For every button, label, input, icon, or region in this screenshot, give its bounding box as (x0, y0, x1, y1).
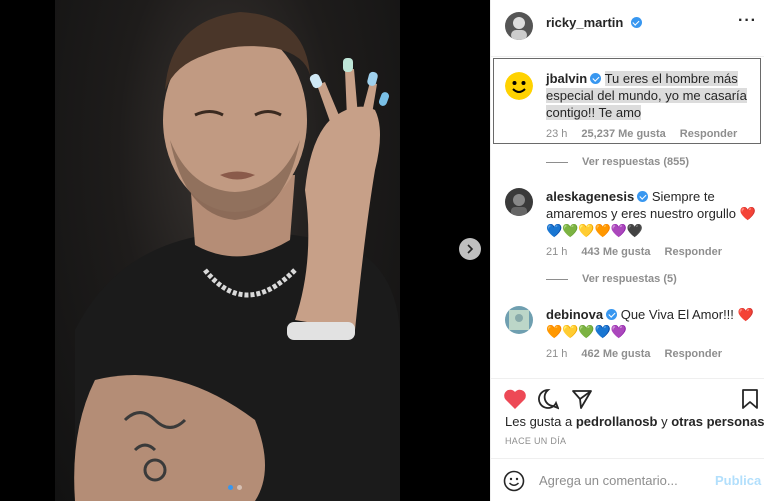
comment-icon[interactable] (537, 388, 559, 410)
commenter-avatar[interactable] (505, 72, 533, 100)
post-media (0, 0, 490, 501)
verified-icon (590, 73, 602, 84)
comment-meta: 21 h 443 Me gusta Responder (546, 246, 722, 258)
verified-icon (606, 309, 618, 320)
likes-middle: y (661, 414, 668, 429)
comment-meta: 23 h 25,237 Me gusta Responder (546, 128, 737, 140)
comment-time: 23 h (546, 128, 568, 140)
carousel-dot-active (228, 485, 233, 490)
likes-others-link[interactable]: otras personas (671, 414, 764, 429)
reply-button[interactable]: Responder (680, 128, 737, 140)
comment-body: aleskagenesis Siempre te amaremos y eres… (546, 188, 756, 239)
replies-divider (546, 278, 568, 280)
reply-button[interactable]: Responder (665, 246, 722, 258)
comment-body: debinova Que Viva El Amor!!! ❤️🧡💛💚💙💜 (546, 306, 756, 340)
commenter-avatar[interactable] (505, 188, 533, 216)
likes-summary: Les gusta a pedrollanosb y otras persona… (505, 414, 764, 429)
post-actions (491, 378, 764, 410)
comment-likes[interactable]: 462 Me gusta (581, 348, 650, 360)
post-photo[interactable] (55, 0, 400, 501)
carousel-dot (237, 485, 242, 490)
replies-divider (546, 161, 568, 163)
comment-username[interactable]: debinova (546, 307, 603, 322)
publish-button[interactable]: Publica (715, 473, 761, 488)
add-comment-bar: Agrega un comentario... Publica (491, 458, 764, 502)
chevron-right-icon (467, 244, 474, 254)
post-timestamp[interactable]: HACE UN DÍA (505, 436, 566, 446)
comment-meta: 21 h 462 Me gusta Responder (546, 348, 722, 360)
likes-user-link[interactable]: pedrollanosb (576, 414, 658, 429)
author-avatar[interactable] (505, 12, 533, 40)
view-replies-label: Ver respuestas (855) (582, 156, 690, 168)
likes-prefix: Les gusta a (505, 414, 573, 429)
post-side-panel: ricky_martin ··· jbalvin Tu eres el homb… (490, 0, 764, 501)
portrait-illustration (74, 12, 400, 501)
view-replies-label: Ver respuestas (5) (582, 273, 677, 285)
author-username[interactable]: ricky_martin (546, 15, 623, 30)
verified-icon (630, 17, 642, 28)
verified-icon (637, 191, 649, 202)
comment-input[interactable]: Agrega un comentario... (539, 473, 678, 488)
comment-username[interactable]: aleskagenesis (546, 189, 634, 204)
comment-body: jbalvin Tu eres el hombre más especial d… (546, 70, 756, 121)
next-media-button[interactable] (459, 238, 481, 260)
share-icon[interactable] (571, 388, 593, 410)
view-replies-button[interactable]: Ver respuestas (5) (546, 273, 677, 285)
comment-likes[interactable]: 25,237 Me gusta (581, 128, 665, 140)
comment-username[interactable]: jbalvin (546, 71, 587, 86)
comment-time: 21 h (546, 348, 568, 360)
post-header: ricky_martin ··· (491, 0, 764, 57)
carousel-dots (228, 485, 242, 490)
emoji-icon[interactable] (503, 470, 525, 492)
commenter-avatar[interactable] (505, 306, 533, 334)
more-icon[interactable]: ··· (738, 12, 757, 30)
comment-likes[interactable]: 443 Me gusta (581, 246, 650, 258)
reply-button[interactable]: Responder (665, 348, 722, 360)
view-replies-button[interactable]: Ver respuestas (855) (546, 156, 689, 168)
heart-icon[interactable] (503, 388, 527, 410)
comment-time: 21 h (546, 246, 568, 258)
bookmark-icon[interactable] (741, 388, 759, 410)
